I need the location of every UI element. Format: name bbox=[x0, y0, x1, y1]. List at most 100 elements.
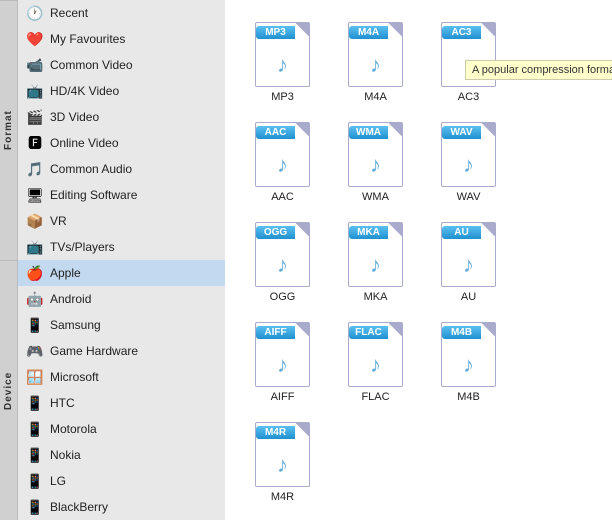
format-item-wma[interactable]: WMA♪WMA bbox=[333, 115, 418, 207]
file-base-ogg: OGG ♪ bbox=[255, 222, 310, 287]
format-name-aiff: AIFF bbox=[271, 391, 295, 403]
format-item-aac[interactable]: AAC♪AAC bbox=[240, 115, 325, 207]
format-icon-wma: WMA♪ bbox=[341, 119, 411, 189]
sidebar-item-samsung[interactable]: 📱Samsung bbox=[18, 312, 225, 338]
sidebar-item-label-vr: VR bbox=[50, 214, 67, 228]
sidebar-item-label-my-favourites: My Favourites bbox=[50, 32, 125, 46]
sidebar-item-label-editing-software: Editing Software bbox=[50, 188, 137, 202]
format-name-ogg: OGG bbox=[270, 291, 296, 303]
music-note-m4r: ♪ bbox=[277, 452, 288, 478]
sidebar-item-my-favourites[interactable]: ❤️ My Favourites bbox=[18, 26, 225, 52]
sidebar-item-lg[interactable]: 📱LG bbox=[18, 468, 225, 494]
my-favourites-icon: ❤️ bbox=[26, 30, 44, 48]
format-name-ac3: AC3 bbox=[458, 91, 479, 103]
file-base-flac: FLAC ♪ bbox=[348, 322, 403, 387]
music-note-wav: ♪ bbox=[463, 152, 474, 178]
file-badge-wma: WMA bbox=[349, 126, 388, 139]
sidebar-item-vr[interactable]: 📦 VR bbox=[18, 208, 225, 234]
file-badge-au: AU bbox=[442, 226, 481, 239]
file-badge-ac3: AC3 bbox=[442, 26, 481, 39]
format-item-ogg[interactable]: OGG ♪ OGG bbox=[240, 215, 325, 307]
file-badge-m4a: M4A bbox=[349, 26, 388, 39]
file-base-m4b: M4B♪ bbox=[441, 322, 496, 387]
format-item-mp3[interactable]: MP3 ♪ MP3 bbox=[240, 15, 325, 107]
format-item-m4b[interactable]: M4B♪ M4B bbox=[426, 315, 511, 407]
file-base-wma: WMA♪ bbox=[348, 122, 403, 187]
format-name-au: AU bbox=[461, 291, 476, 303]
sidebar-item-htc[interactable]: 📱HTC bbox=[18, 390, 225, 416]
sidebar-item-motorola[interactable]: 📱 Motorola bbox=[18, 416, 225, 442]
sidebar-item-microsoft[interactable]: 🪟Microsoft bbox=[18, 364, 225, 390]
sidebar-list[interactable]: 🕐Recent ❤️ My Favourites 📹 Common Video 📺HD/4… bbox=[18, 0, 225, 520]
file-badge-ogg: OGG bbox=[256, 226, 295, 239]
recent-icon: 🕐 bbox=[26, 4, 44, 22]
sidebar-item-label-htc: HTC bbox=[50, 396, 75, 410]
format-name-m4a: M4A bbox=[364, 91, 387, 103]
sidebar-item-label-android: Android bbox=[50, 292, 91, 306]
sidebar-item-game-hardware[interactable]: 🎮Game Hardware bbox=[18, 338, 225, 364]
apple-icon: 🍎 bbox=[26, 264, 44, 282]
sidebar-item-label-common-audio: Common Audio bbox=[50, 162, 132, 176]
device-label: Device bbox=[0, 260, 17, 520]
sidebar-item-apple[interactable]: 🍎 Apple bbox=[18, 260, 225, 286]
music-note-ogg: ♪ bbox=[277, 252, 288, 278]
sidebar-item-recent[interactable]: 🕐Recent bbox=[18, 0, 225, 26]
sidebar-item-editing-software[interactable]: 🖥 Editing Software bbox=[18, 182, 225, 208]
sidebar-item-online-video[interactable]: 🅵Online Video bbox=[18, 130, 225, 156]
sidebar-item-tvs-players[interactable]: 📺TVs/Players bbox=[18, 234, 225, 260]
file-badge-aiff: AIFF bbox=[256, 326, 295, 339]
game-hardware-icon: 🎮 bbox=[26, 342, 44, 360]
motorola-icon: 📱 bbox=[26, 420, 44, 438]
format-icon-mka: MKA ♪ bbox=[341, 219, 411, 289]
common-video-icon: 📹 bbox=[26, 56, 44, 74]
format-item-au[interactable]: AU♪AU bbox=[426, 215, 511, 307]
sidebar-item-hd-4k-video[interactable]: 📺HD/4K Video bbox=[18, 78, 225, 104]
file-badge-wav: WAV bbox=[442, 126, 481, 139]
format-item-m4r[interactable]: M4R♪ M4R bbox=[240, 415, 325, 507]
format-name-flac: FLAC bbox=[361, 391, 389, 403]
format-item-ac3[interactable]: AC3 ♪ AC3 bbox=[426, 15, 511, 107]
file-base-wav: WAV ♪ bbox=[441, 122, 496, 187]
format-name-aac: AAC bbox=[271, 191, 294, 203]
file-base-mka: MKA ♪ bbox=[348, 222, 403, 287]
format-item-flac[interactable]: FLAC ♪ FLAC bbox=[333, 315, 418, 407]
music-note-mka: ♪ bbox=[370, 252, 381, 278]
file-badge-mka: MKA bbox=[349, 226, 388, 239]
music-note-aac: ♪ bbox=[277, 152, 288, 178]
microsoft-icon: 🪟 bbox=[26, 368, 44, 386]
format-item-m4a[interactable]: M4A♪M4A bbox=[333, 15, 418, 107]
file-badge-mp3: MP3 bbox=[256, 26, 295, 39]
music-note-ac3: ♪ bbox=[463, 52, 474, 78]
format-item-mka[interactable]: MKA ♪MKA bbox=[333, 215, 418, 307]
format-name-mp3: MP3 bbox=[271, 91, 294, 103]
music-note-m4b: ♪ bbox=[463, 352, 474, 378]
sidebar-item-label-motorola: Motorola bbox=[50, 422, 97, 436]
music-note-mp3: ♪ bbox=[277, 52, 288, 78]
format-name-m4b: M4B bbox=[457, 391, 480, 403]
sidebar-item-common-video[interactable]: 📹 Common Video bbox=[18, 52, 225, 78]
sidebar-item-label-common-video: Common Video bbox=[50, 58, 133, 72]
format-item-aiff[interactable]: AIFF♪AIFF bbox=[240, 315, 325, 407]
file-base-aiff: AIFF♪ bbox=[255, 322, 310, 387]
sidebar-item-common-audio[interactable]: 🎵 Common Audio bbox=[18, 156, 225, 182]
sidebar-item-label-tvs-players: TVs/Players bbox=[50, 240, 115, 254]
online-video-icon: 🅵 bbox=[26, 134, 44, 152]
sidebar-item-blackberry[interactable]: 📱BlackBerry bbox=[18, 494, 225, 520]
format-icon-m4a: M4A♪ bbox=[341, 19, 411, 89]
sidebar-item-nokia[interactable]: 📱Nokia bbox=[18, 442, 225, 468]
android-icon: 🤖 bbox=[26, 290, 44, 308]
format-name-m4r: M4R bbox=[271, 491, 294, 503]
sidebar-item-label-apple: Apple bbox=[50, 266, 81, 280]
file-badge-flac: FLAC bbox=[349, 326, 388, 339]
format-icon-ac3: AC3 ♪ bbox=[434, 19, 504, 89]
music-note-flac: ♪ bbox=[370, 352, 381, 378]
sidebar-item-label-nokia: Nokia bbox=[50, 448, 81, 462]
editing-software-icon: 🖥 bbox=[26, 186, 44, 204]
sidebar-item-label-samsung: Samsung bbox=[50, 318, 101, 332]
vr-icon: 📦 bbox=[26, 212, 44, 230]
format-item-wav[interactable]: WAV ♪WAV bbox=[426, 115, 511, 207]
file-base-m4r: M4R♪ bbox=[255, 422, 310, 487]
common-audio-icon: 🎵 bbox=[26, 160, 44, 178]
sidebar-item-3d-video[interactable]: 🎬3D Video bbox=[18, 104, 225, 130]
sidebar-item-android[interactable]: 🤖 Android bbox=[18, 286, 225, 312]
